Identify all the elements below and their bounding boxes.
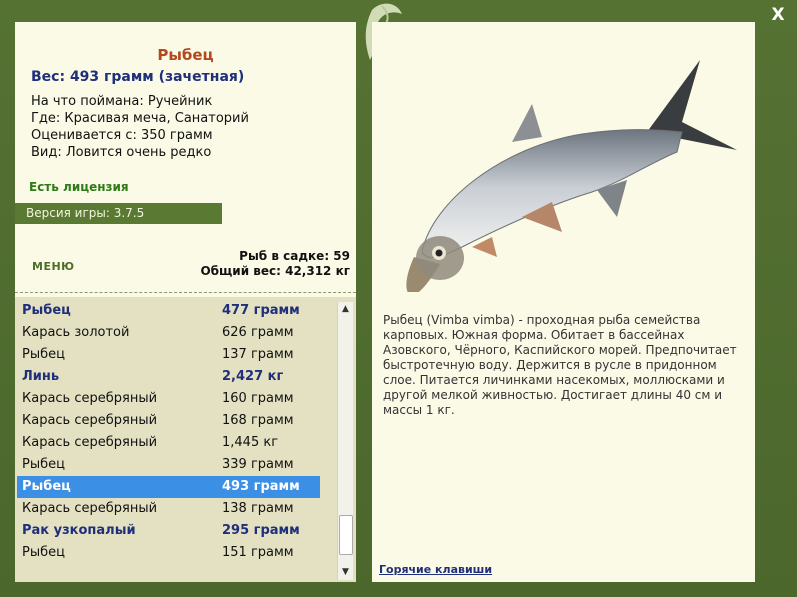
catch-weight: 477 грамм xyxy=(222,303,300,318)
catch-name: Рыбец xyxy=(22,545,65,560)
catch-weight: 1,445 кг xyxy=(222,435,279,450)
list-item[interactable]: Карась серебряный 138 грамм xyxy=(17,498,320,520)
catch-weight: 138 грамм xyxy=(222,501,294,516)
catch-name: Карась серебряный xyxy=(22,435,158,450)
catch-name: Рак узкопалый xyxy=(22,523,136,538)
scroll-up-icon[interactable]: ▲ xyxy=(338,302,353,317)
catch-list[interactable]: Рыбец 477 грамм Карась золотой 626 грамм Рыб… xyxy=(15,297,356,582)
fish-description: Рыбец (Vimba vimba) - проходная рыба сем… xyxy=(383,313,737,417)
catch-name: Карась серебряный xyxy=(22,391,158,406)
rarity-label: Вид: Ловится очень редко xyxy=(31,145,212,160)
keepnet-total-weight: Общий вес: 42,312 кг xyxy=(200,264,350,278)
catch-weight: 339 грамм xyxy=(222,457,294,472)
catch-weight: 168 грамм xyxy=(222,413,294,428)
catch-weight: 151 грамм xyxy=(222,545,294,560)
catch-name: Карась серебряный xyxy=(22,501,158,516)
list-item[interactable]: Рак узкопалый 295 грамм xyxy=(17,520,320,542)
keepnet-count: Рыб в садке: 59 xyxy=(239,249,350,263)
keepnet-summary: Рыб в садке: 59 Общий вес: 42,312 кг xyxy=(200,249,350,279)
catch-weight: 2,427 кг xyxy=(222,369,284,384)
list-scrollbar[interactable]: ▲ ▼ xyxy=(337,302,353,580)
divider xyxy=(15,292,356,293)
fish-info-panel: Рыбец Вес: 493 грамм (зачетная) На что п… xyxy=(15,22,356,582)
catch-name: Линь xyxy=(22,369,60,384)
list-item[interactable]: Линь 2,427 кг xyxy=(17,366,320,388)
fish-details: На что поймана: Ручейник Где: Красивая м… xyxy=(31,93,249,161)
license-status: Есть лицензия xyxy=(29,180,129,194)
game-version: Версия игры: 3.7.5 xyxy=(15,203,222,224)
list-item[interactable]: Карась серебряный 160 грамм xyxy=(17,388,320,410)
catch-name: Карась серебряный xyxy=(22,413,158,428)
fish-description-panel: Рыбец (Vimba vimba) - проходная рыба сем… xyxy=(372,22,755,582)
scroll-down-icon[interactable]: ▼ xyxy=(338,565,353,580)
list-item[interactable]: Рыбец 151 грамм xyxy=(17,542,320,564)
list-item[interactable]: Карась серебряный 1,445 кг xyxy=(17,432,320,454)
catch-name: Рыбец xyxy=(22,347,65,362)
catch-weight: 295 грамм xyxy=(222,523,300,538)
catch-weight: 137 грамм xyxy=(222,347,294,362)
list-item[interactable]: Карась золотой 626 грамм xyxy=(17,322,320,344)
menu-button[interactable]: МЕНЮ xyxy=(32,260,75,273)
list-item[interactable]: Рыбец 477 грамм xyxy=(17,300,320,322)
catch-weight: 626 грамм xyxy=(222,325,294,340)
catch-name: Рыбец xyxy=(22,457,65,472)
fish-weight: Вес: 493 грамм (зачетная) xyxy=(31,69,245,85)
rated-from-label: Оценивается с: 350 грамм xyxy=(31,128,213,143)
scroll-thumb[interactable] xyxy=(339,515,353,555)
hotkeys-link[interactable]: Горячие клавиши xyxy=(379,563,492,576)
catch-name: Рыбец xyxy=(22,479,71,494)
fish-title: Рыбец xyxy=(157,46,214,64)
catch-weight: 160 грамм xyxy=(222,391,294,406)
close-button[interactable]: X xyxy=(767,4,789,26)
list-item[interactable]: Рыбец 493 грамм xyxy=(17,476,320,498)
catch-weight: 493 грамм xyxy=(222,479,300,494)
catch-name: Карась золотой xyxy=(22,325,130,340)
location-label: Где: Красивая меча, Санаторий xyxy=(31,111,249,126)
caught-with-label: На что поймана: Ручейник xyxy=(31,94,213,109)
catch-name: Рыбец xyxy=(22,303,71,318)
list-item[interactable]: Рыбец 339 грамм xyxy=(17,454,320,476)
list-item[interactable]: Карась серебряный 168 грамм xyxy=(17,410,320,432)
list-item[interactable]: Рыбец 137 грамм xyxy=(17,344,320,366)
fish-illustration xyxy=(406,60,737,292)
